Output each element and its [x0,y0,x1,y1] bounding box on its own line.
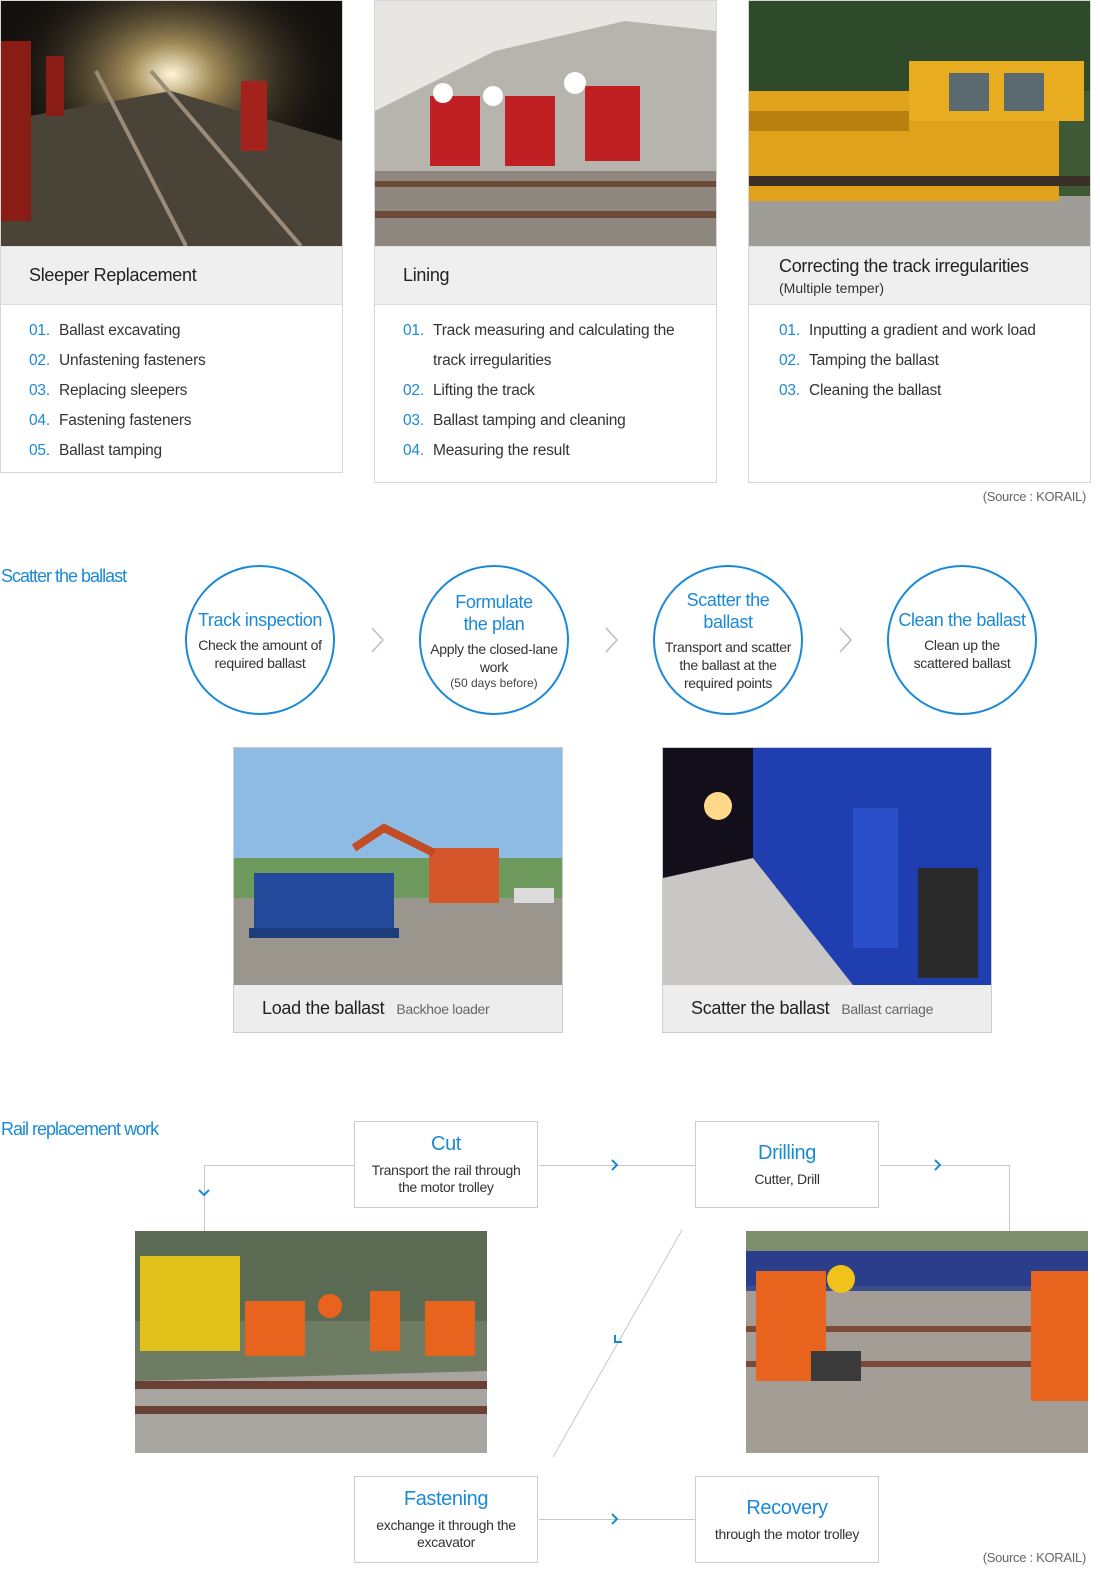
flow-step-recovery: Recovery through the motor trolley [695,1476,879,1563]
step-circle-scatter-ballast: Scatter the ballast Transport and scatte… [653,565,803,715]
connector-line [204,1165,354,1166]
connector-line [880,1165,1010,1166]
chevron-down-icon [198,1189,210,1197]
card-title: Correcting the track irregularities (Mul… [749,246,1090,305]
list-item: 02. Lifting the track [403,382,535,399]
card-title-text: Lining [403,265,450,285]
flow-step-cut: Cut Transport the rail through the motor… [354,1121,538,1208]
step-list: 01. Inputting a gradient and work load 02… [779,316,1080,406]
card-subtitle: (Multiple temper) [779,279,885,296]
step-circle-clean-ballast: Clean the ballast Clean up the scattered… [887,565,1037,715]
step-circle-formulate-plan: Formulate the plan Apply the closed-lane… [419,565,569,715]
connector-line [204,1165,205,1231]
list-item: 03. Replacing sleepers [29,382,188,399]
card-title-text: Sleeper Replacement [29,265,197,285]
section-title-scatter: Scatter the ballast [1,566,127,586]
flow-step-fastening: Fastening exchange it through the excava… [354,1476,538,1563]
list-item: 05. Ballast tamping [29,442,162,459]
source-note: (Source : KORAIL) [982,1550,1087,1565]
step-circle-track-inspection: Track inspection Check the amount of req… [185,565,335,715]
photo-caption: Scatter the ballast Ballast carriage [691,998,934,1018]
chevron-right-icon [611,1159,619,1171]
chevron-right-icon [371,627,385,653]
card-title-text: Correcting the track irregularities [779,255,1029,276]
chevron-right-icon [605,627,619,653]
photo-card-scatter-ballast: Scatter the ballast Ballast carriage [662,747,992,1033]
chevron-right-icon [934,1159,942,1171]
list-item: 03. Ballast tamping and cleaning [403,412,626,429]
step-list: 01. Ballast excavating 02. Unfastening fas… [29,316,332,466]
card-sleeper-replacement: Sleeper Replacement 01. Ballast excavatin… [0,0,343,473]
list-item: 02. Unfastening fasteners [29,352,206,369]
backhoe-loader-photo [234,748,562,985]
chevron-down-left-icon [614,1335,622,1343]
ballast-carriage-photo [663,748,991,985]
step-list: 01. Track measuring and calculating the t… [403,316,706,466]
photo-card-load-ballast: Load the ballast Backhoe loader [233,747,563,1033]
tamper-machine-photo [749,1,1090,246]
card-correcting-irregularities: Correcting the track irregularities (Mul… [748,0,1091,483]
connector-line [1009,1165,1010,1231]
list-item: 02. Tamping the ballast [779,352,939,369]
list-item: 01. Ballast excavating [29,322,181,339]
card-lining: Lining 01. Track measuring and calculatin… [374,0,717,483]
chevron-right-icon [611,1513,619,1525]
section-title-rail: Rail replacement work [1,1119,159,1139]
list-item: 03. Cleaning the ballast [779,382,942,399]
source-note: (Source : KORAIL) [982,489,1087,504]
rail-drilling-photo [746,1231,1088,1453]
flow-step-drilling: Drilling Cutter, Drill [695,1121,879,1208]
chevron-right-icon [839,627,853,653]
list-item: 04. Fastening fasteners [29,412,192,429]
list-item: 04. Measuring the result [403,442,570,459]
list-item: 01. Inputting a gradient and work load [779,322,1036,339]
rail-cutting-photo [135,1231,487,1453]
list-item: 01. Track measuring and calculating the t… [403,322,675,369]
card-title: Lining [375,246,716,305]
workers-lining-photo [375,1,716,246]
photo-caption: Load the ballast Backhoe loader [262,998,490,1018]
card-title: Sleeper Replacement [1,246,342,305]
night-track-work-photo [1,1,342,246]
